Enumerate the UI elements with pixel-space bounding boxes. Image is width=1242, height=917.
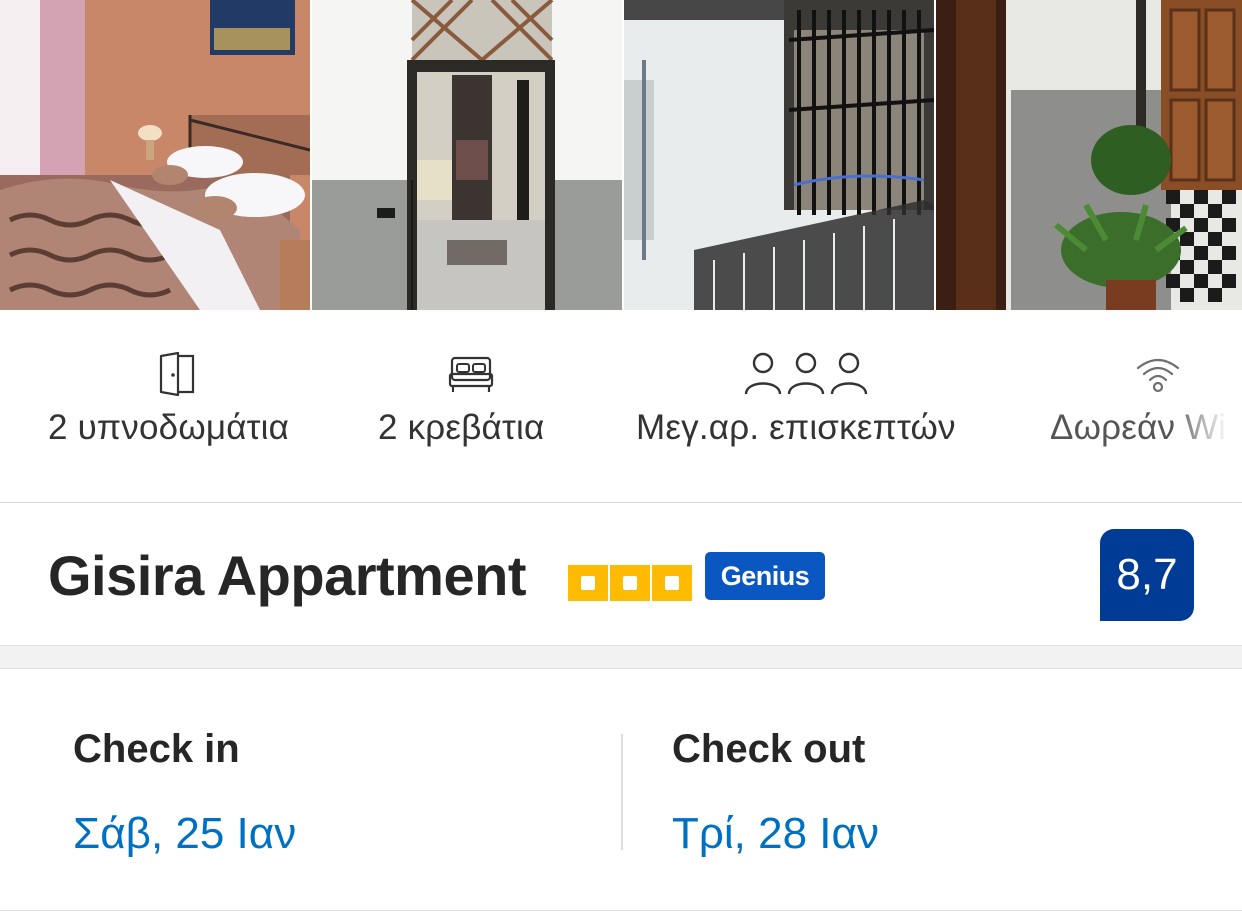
scroll-fade bbox=[1172, 392, 1242, 452]
checkout-block[interactable]: Check out Τρί, 28 Ιαν bbox=[672, 669, 1212, 910]
checkout-date[interactable]: Τρί, 28 Ιαν bbox=[672, 809, 879, 859]
vertical-divider bbox=[621, 734, 623, 850]
checkout-label: Check out bbox=[672, 727, 866, 771]
star-icon bbox=[610, 565, 650, 601]
facility-label: Μεγ.αρ. επισκεπτών bbox=[636, 408, 956, 447]
checkin-date[interactable]: Σάβ, 25 Ιαν bbox=[73, 809, 296, 859]
property-name: Gisira Appartment bbox=[48, 544, 526, 607]
dates-section: Check in Σάβ, 25 Ιαν Check out Τρί, 28 Ι… bbox=[0, 669, 1242, 911]
checkin-block[interactable]: Check in Σάβ, 25 Ιαν bbox=[73, 669, 613, 910]
wifi-icon bbox=[1136, 358, 1180, 393]
section-divider bbox=[0, 646, 1242, 669]
photo-balcony[interactable] bbox=[624, 0, 934, 310]
property-header: Gisira Appartment Genius 8,7 bbox=[0, 503, 1242, 646]
facility-bedrooms: 2 υπνοδωμάτια bbox=[48, 312, 308, 502]
photo-entrance[interactable] bbox=[312, 0, 622, 310]
review-score-badge[interactable]: 8,7 bbox=[1100, 529, 1194, 621]
star-icon bbox=[652, 565, 692, 601]
facility-label: 2 κρεβάτια bbox=[378, 408, 545, 447]
facility-beds: 2 κρεβάτια bbox=[378, 312, 568, 502]
star-icon bbox=[568, 565, 608, 601]
photo-bedroom[interactable] bbox=[0, 0, 310, 310]
guests-icon bbox=[744, 352, 868, 395]
photo-gallery[interactable] bbox=[0, 0, 1242, 310]
photo-courtyard[interactable] bbox=[936, 0, 1242, 310]
genius-badge[interactable]: Genius bbox=[705, 552, 825, 600]
checkin-label: Check in bbox=[73, 727, 240, 771]
facility-label: 2 υπνοδωμάτια bbox=[48, 408, 290, 447]
facility-max-guests: Μεγ.αρ. επισκεπτών bbox=[636, 312, 986, 502]
bed-icon bbox=[448, 356, 494, 392]
star-rating bbox=[568, 565, 692, 601]
door-icon bbox=[159, 352, 195, 396]
facilities-row[interactable]: 2 υπνοδωμάτια 2 κρεβάτια Μεγ.αρ. επισκεπ… bbox=[0, 312, 1242, 503]
